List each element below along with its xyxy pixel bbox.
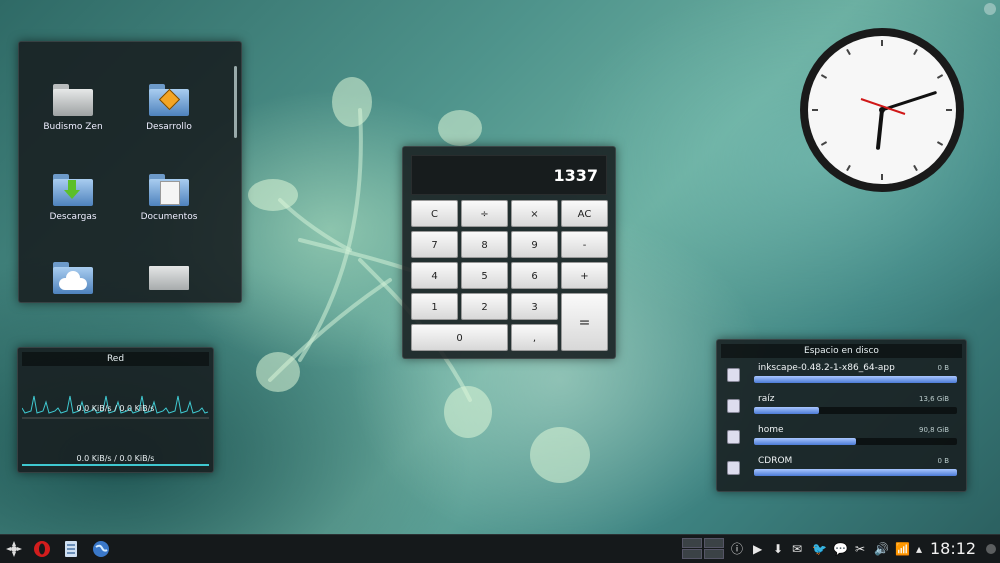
calc-multiply-button[interactable]: ×	[511, 200, 558, 227]
folder-label: Desarrollo	[146, 122, 192, 132]
calc-divide-button[interactable]: ÷	[461, 200, 508, 227]
folder-item-budismo-zen[interactable]: Budismo Zen	[27, 82, 119, 132]
calc-equals-button[interactable]: =	[561, 293, 608, 351]
disk-device-name: home	[758, 425, 784, 435]
drive-icon	[727, 399, 740, 413]
folder-cloud-icon	[51, 260, 95, 296]
calc-4-button[interactable]: 4	[411, 262, 458, 289]
folder-view-widget: Budismo Zen Desarrollo Descargas Documen…	[18, 41, 242, 303]
opera-icon[interactable]	[33, 540, 51, 558]
play-icon[interactable]: ▶	[753, 541, 762, 557]
network-rate-lower: 0.0 KiB/s / 0.0 KiB/s	[76, 454, 155, 463]
calc-2-button[interactable]: 2	[461, 293, 508, 320]
taskbar-clock[interactable]: 18:12	[930, 539, 976, 558]
calc-5-button[interactable]: 5	[461, 262, 508, 289]
folder-view-scrollbar[interactable]	[234, 66, 237, 138]
calc-3-button[interactable]: 3	[511, 293, 558, 320]
image-file-icon	[147, 260, 191, 296]
volume-icon[interactable]: 🔊	[874, 541, 889, 557]
calc-clear-button[interactable]: C	[411, 200, 458, 227]
scissors-icon[interactable]: ✂	[855, 541, 865, 557]
disk-title: Espacio en disco	[721, 344, 962, 358]
wifi-icon[interactable]: 📶	[895, 541, 910, 557]
network-graph	[22, 395, 209, 466]
folder-label: Documentos	[140, 212, 198, 222]
desktop-pager-1[interactable]	[682, 538, 702, 548]
disk-device-row[interactable]: home 90,8 GiB	[725, 425, 957, 452]
web-browser-icon[interactable]	[92, 540, 110, 558]
disk-device-row[interactable]: inkscape-0.48.2-1-x86_64-app 0 B	[725, 363, 957, 390]
folder-icon	[51, 82, 95, 118]
disk-usage-bar	[754, 407, 957, 414]
disk-usage-bar	[754, 376, 957, 383]
network-title: Red	[22, 352, 209, 366]
disk-device-size: 0 B	[937, 364, 949, 372]
folder-item-desarrollo[interactable]: Desarrollo	[123, 82, 215, 132]
network-rate-upper: 0.0 KiB/s / 0.0 KiB/s	[76, 404, 155, 413]
download-icon[interactable]: ⬇	[773, 541, 783, 557]
mail-icon[interactable]: ✉	[792, 541, 802, 557]
folder-label: Descargas	[49, 212, 97, 222]
panel-toolbox-icon[interactable]	[986, 544, 996, 554]
disk-device-row[interactable]: CDROM 0 B	[725, 456, 957, 483]
calc-9-button[interactable]: 9	[511, 231, 558, 258]
desktop-pager-4[interactable]	[704, 549, 724, 559]
network-monitor-widget: Red 0.0 KiB/s / 0.0 KiB/s 0.0 KiB/s / 0.…	[17, 347, 214, 473]
disk-device-row[interactable]: raíz 13,6 GiB	[725, 394, 957, 421]
disk-device-name: inkscape-0.48.2-1-x86_64-app	[758, 363, 895, 373]
disk-device-name: CDROM	[758, 456, 793, 466]
info-icon[interactable]: ⓘ	[731, 541, 743, 557]
calc-minus-button[interactable]: -	[561, 231, 608, 258]
calc-7-button[interactable]: 7	[411, 231, 458, 258]
desktop-pager-3[interactable]	[682, 549, 702, 559]
calc-decimal-button[interactable]: ,	[511, 324, 558, 351]
folder-development-icon	[147, 82, 191, 118]
twitter-icon[interactable]: 🐦	[812, 541, 827, 557]
disk-device-size: 0 B	[937, 457, 949, 465]
folder-documents-icon	[147, 172, 191, 208]
analog-clock-widget	[800, 28, 964, 192]
chat-icon[interactable]: 💬	[833, 541, 848, 557]
folder-item-documentos[interactable]: Documentos	[123, 172, 215, 222]
folder-item-descargas[interactable]: Descargas	[27, 172, 119, 222]
folder-item-cloud[interactable]	[27, 260, 119, 300]
file-manager-icon[interactable]	[62, 540, 80, 558]
calculator-display: 1337	[411, 155, 607, 195]
folder-item-image[interactable]	[123, 260, 215, 300]
calc-0-button[interactable]: 0	[411, 324, 508, 351]
drive-icon	[727, 430, 740, 444]
calc-6-button[interactable]: 6	[511, 262, 558, 289]
taskbar: ⓘ ▶ ⬇ ✉ 🐦 💬 ✂ 🔊 📶 ▴ 18:12	[0, 534, 1000, 563]
calc-1-button[interactable]: 1	[411, 293, 458, 320]
calc-all-clear-button[interactable]: AC	[561, 200, 608, 227]
disk-device-size: 90,8 GiB	[919, 426, 949, 434]
disk-usage-bar	[754, 469, 957, 476]
disk-space-widget: Espacio en disco inkscape-0.48.2-1-x86_6…	[716, 339, 967, 492]
calculator-widget: 1337 C ÷ × AC 7 8 9 - 4 5 6 + 1 2 3 = 0 …	[402, 146, 616, 359]
drive-icon	[727, 368, 740, 382]
folder-label: Budismo Zen	[43, 122, 103, 132]
kde-menu-icon[interactable]	[5, 540, 23, 558]
calc-plus-button[interactable]: +	[561, 262, 608, 289]
folder-downloads-icon	[51, 172, 95, 208]
disk-usage-bar	[754, 438, 957, 445]
desktop-toolbox-icon[interactable]	[984, 3, 996, 15]
disk-device-size: 13,6 GiB	[919, 395, 949, 403]
drive-icon	[727, 461, 740, 475]
calc-8-button[interactable]: 8	[461, 231, 508, 258]
disk-device-name: raíz	[758, 394, 775, 404]
desktop-pager-2[interactable]	[704, 538, 724, 548]
expand-icon[interactable]: ▴	[916, 541, 922, 557]
